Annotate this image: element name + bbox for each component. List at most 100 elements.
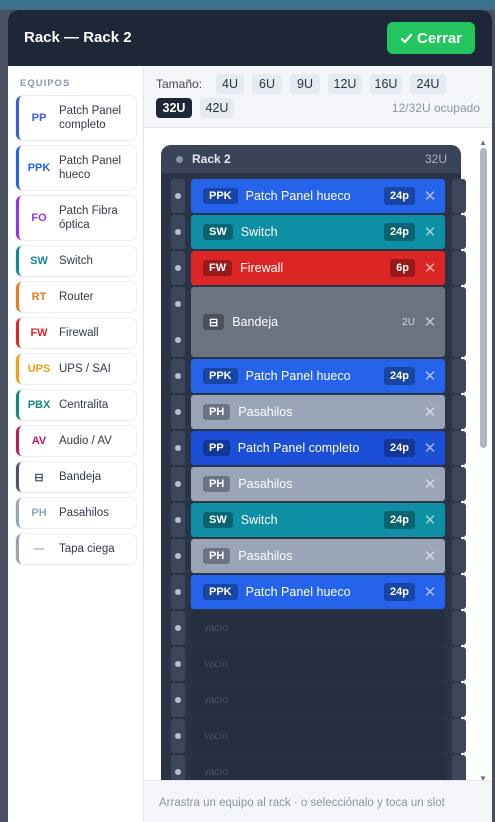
scrollbar-thumb[interactable] — [480, 148, 487, 448]
close-icon[interactable]: ✕ — [415, 313, 445, 331]
equipment-label: Firewall — [59, 327, 99, 339]
close-icon[interactable]: ✕ — [415, 187, 445, 205]
slot-name: Bandeja — [232, 315, 279, 329]
equipment-code: PBX — [27, 399, 51, 411]
close-icon[interactable]: ✕ — [415, 439, 445, 457]
footer-hint: Arrastra un equipo al rack · o selección… — [159, 797, 445, 809]
slot-ports: 24p — [384, 223, 415, 241]
equipment-item[interactable]: RT Router — [16, 282, 136, 312]
slot-ports: 2U — [402, 316, 415, 328]
close-icon[interactable]: ✕ — [415, 259, 445, 277]
rail-screw — [175, 553, 181, 559]
slot-name: Firewall — [240, 261, 284, 275]
rack-slot[interactable]: PH Pasahilos ✕ — [191, 467, 445, 501]
empty-slot[interactable]: vacío — [191, 611, 445, 645]
rack-slot[interactable]: FW Firewall 6p ✕ — [191, 251, 445, 285]
size-option-9u[interactable]: 9U — [290, 74, 320, 94]
rack-rail — [452, 287, 466, 357]
size-option-12u[interactable]: 12U — [328, 74, 362, 94]
slot-name: Patch Panel completo — [237, 441, 360, 455]
empty-slot[interactable]: vacío — [191, 755, 445, 780]
empty-slot[interactable]: vacío — [191, 719, 445, 753]
rail-screw — [175, 589, 181, 595]
rail-screw — [175, 445, 181, 451]
rack-slot[interactable]: SW Switch 24p ✕ — [191, 503, 445, 537]
empty-slot[interactable]: vacío — [191, 647, 445, 681]
close-icon[interactable]: ✕ — [415, 475, 445, 493]
rack-slot[interactable]: PPK Patch Panel hueco 24p ✕ — [191, 575, 445, 609]
rack-slot[interactable]: PPK Patch Panel hueco 24p ✕ — [191, 359, 445, 393]
rack-rail — [171, 287, 185, 357]
rack-rail — [452, 179, 466, 213]
rack-rail — [171, 215, 185, 249]
scroll-up-icon[interactable]: ▲ — [479, 138, 487, 147]
scrollbar[interactable]: ▲ ▼ — [478, 138, 490, 788]
slot-ports: 24p — [384, 583, 415, 601]
equipment-item[interactable]: PH Pasahilos — [16, 498, 136, 528]
close-icon[interactable]: ✕ — [415, 583, 445, 601]
size-option-42u[interactable]: 42U — [200, 98, 234, 118]
slot-ports: 6p — [390, 259, 415, 277]
equipment-item[interactable]: AV Audio / AV — [16, 426, 136, 456]
equipment-item[interactable]: SW Switch — [16, 246, 136, 276]
rail-screw — [175, 229, 181, 235]
slot-code-badge: PH — [203, 404, 231, 420]
equipment-item[interactable]: FO Patch Fibra óptica — [16, 196, 136, 240]
check-icon — [400, 33, 413, 43]
rack-slot[interactable]: PPK Patch Panel hueco 24p ✕ — [191, 179, 445, 213]
slot-ports: 24p — [384, 439, 415, 457]
equipment-item[interactable]: PP Patch Panel completo — [16, 96, 136, 140]
empty-slot[interactable]: vacío — [191, 683, 445, 717]
equipment-label: Tapa ciega — [59, 543, 115, 555]
close-icon[interactable]: ✕ — [415, 367, 445, 385]
rack-slot[interactable]: PH Pasahilos ✕ — [191, 539, 445, 573]
rack-rail — [452, 647, 466, 681]
size-option-16u[interactable]: 16U — [370, 74, 402, 94]
equipment-label: Patch Fibra óptica — [59, 205, 118, 231]
rail-screw — [175, 733, 181, 739]
equipment-item[interactable]: UPS UPS / SAI — [16, 354, 136, 384]
rack-rail — [171, 251, 185, 285]
slot-name: Patch Panel hueco — [245, 585, 351, 599]
equipment-code: AV — [31, 435, 47, 447]
sidebar-heading: EQUIPOS — [20, 78, 71, 89]
equipment-item[interactable]: FW Firewall — [16, 318, 136, 348]
slot-code-badge: SW — [203, 512, 233, 528]
size-option-32u[interactable]: 32U — [156, 98, 192, 118]
rail-screw — [175, 265, 181, 271]
footer: Arrastra un equipo al rack · o selección… — [144, 780, 492, 822]
equipment-item[interactable]: ⊟ Bandeja — [16, 462, 136, 492]
rack-slot[interactable]: ⊟ Bandeja 2U ✕ — [191, 287, 445, 357]
slot-name: Patch Panel hueco — [245, 189, 351, 203]
modal-title: Rack — Rack 2 — [24, 29, 132, 46]
size-option-4u[interactable]: 4U — [216, 74, 244, 94]
slot-ports: 24p — [384, 511, 415, 529]
equipment-label: Pasahilos — [59, 507, 109, 519]
equipment-item[interactable]: PBX Centralita — [16, 390, 136, 420]
rack-rail — [171, 539, 185, 573]
slot-name: Pasahilos — [238, 477, 293, 491]
close-label: Cerrar — [416, 29, 463, 47]
slot-name: Pasahilos — [238, 549, 293, 563]
rack-rail — [171, 431, 185, 465]
close-icon[interactable]: ✕ — [415, 511, 445, 529]
close-button[interactable]: Cerrar — [387, 22, 475, 54]
rack-slot[interactable]: PH Pasahilos ✕ — [191, 395, 445, 429]
size-option-6u[interactable]: 6U — [252, 74, 282, 94]
rail-screw — [175, 517, 181, 523]
equipment-item[interactable]: PPK Patch Panel hueco — [16, 146, 136, 190]
rack-slot[interactable]: SW Switch 24p ✕ — [191, 215, 445, 249]
equipment-item[interactable]: — Tapa ciega — [16, 534, 136, 564]
rack-rail — [171, 755, 185, 780]
rail-screw — [175, 697, 181, 703]
equipment-code: PPK — [27, 162, 51, 174]
slot-code-badge: PH — [203, 548, 231, 564]
close-icon[interactable]: ✕ — [415, 223, 445, 241]
equipment-code: — — [33, 543, 45, 555]
close-icon[interactable]: ✕ — [415, 547, 445, 565]
size-option-24u[interactable]: 24U — [410, 74, 446, 94]
rack-rail — [452, 539, 466, 573]
rack-slot[interactable]: PP Patch Panel completo 24p ✕ — [191, 431, 445, 465]
equipment-label: Bandeja — [59, 471, 102, 483]
close-icon[interactable]: ✕ — [415, 403, 445, 421]
